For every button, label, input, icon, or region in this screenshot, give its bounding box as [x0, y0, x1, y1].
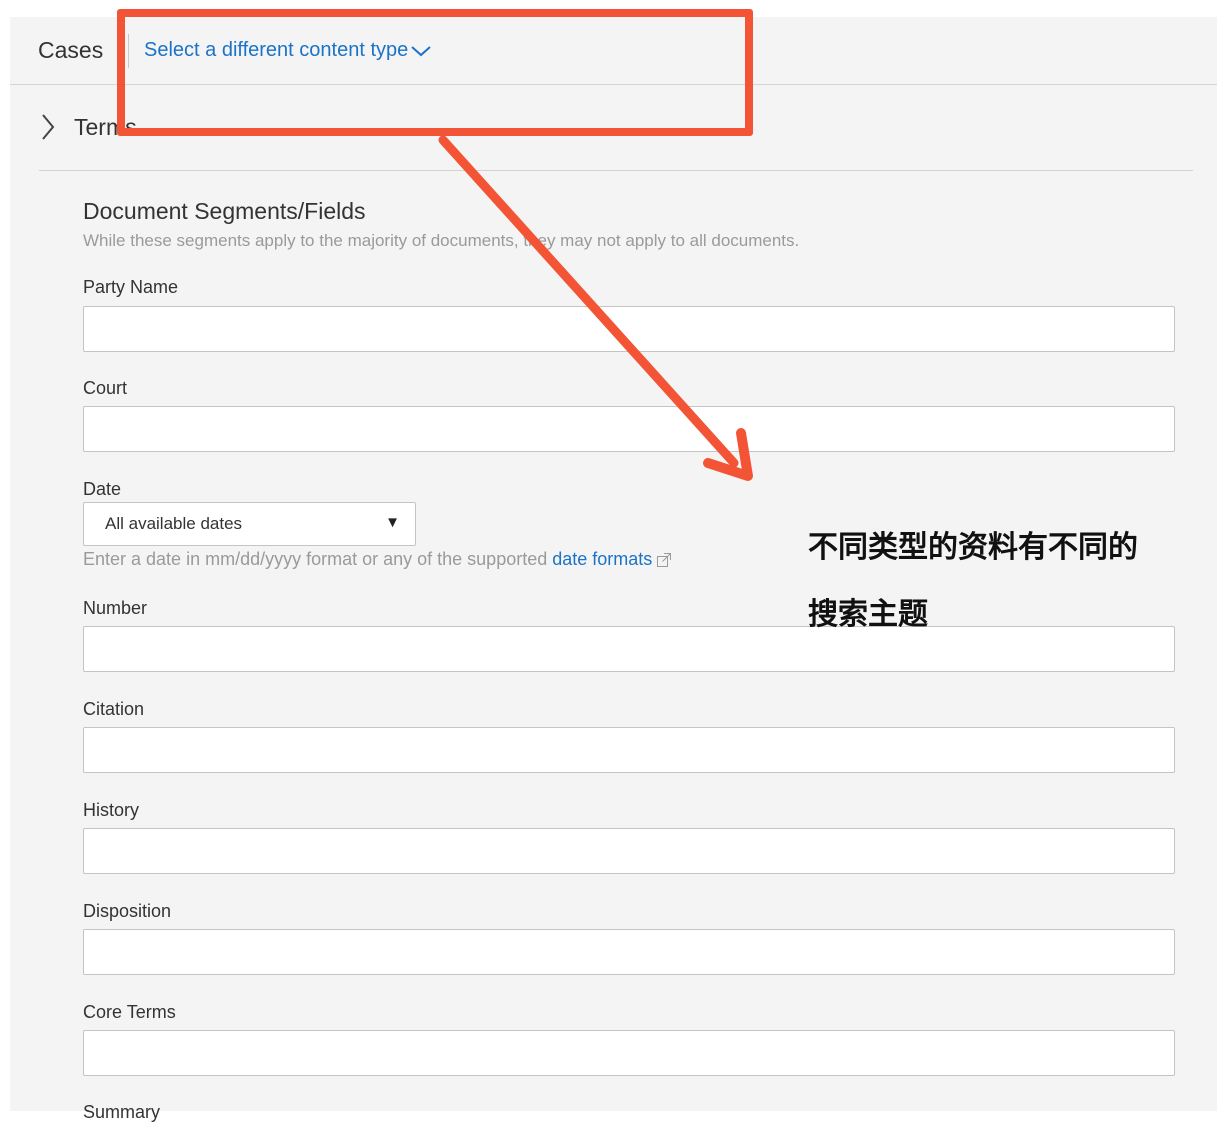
annotation-arrow: [438, 135, 753, 481]
annotation-highlight-box: [117, 9, 753, 136]
